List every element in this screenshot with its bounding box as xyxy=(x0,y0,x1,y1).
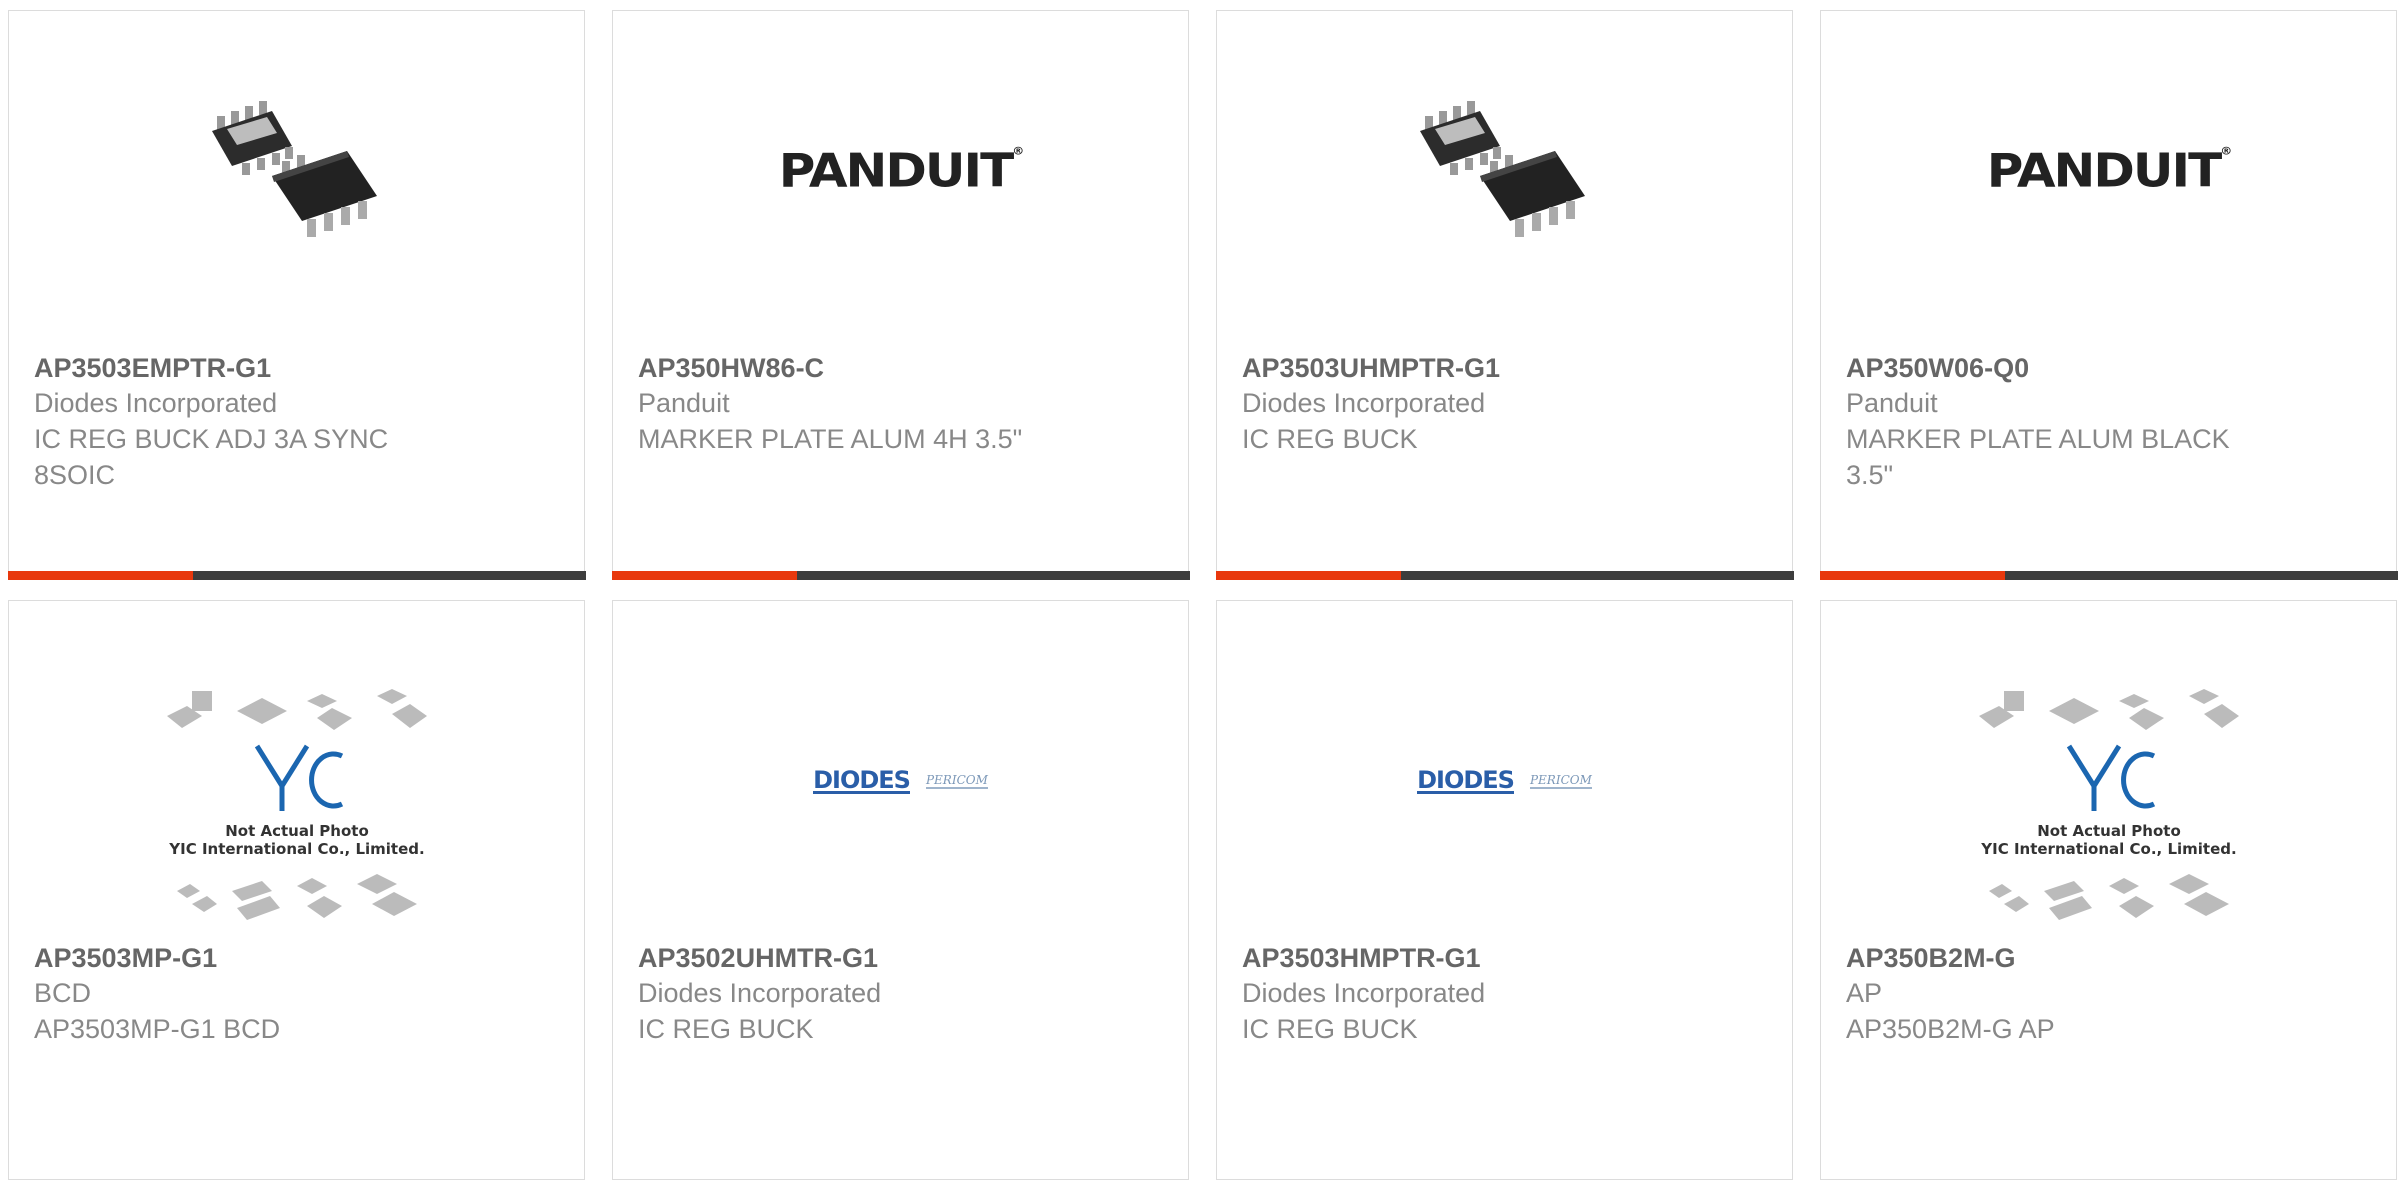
yic-caption-line1: Not Actual Photo xyxy=(225,822,369,840)
manufacturer: AP xyxy=(1846,978,1883,1008)
panduit-logo: PANDUIT® xyxy=(778,144,1024,198)
card-bottom-bar xyxy=(1819,570,2398,580)
yic-placeholder-icon: Not Actual Photo YIC International Co., … xyxy=(166,689,427,920)
description: MARKER PLATE ALUM BLACK 3.5" xyxy=(1846,424,2230,490)
diodes-pericom-logo: DIODES PERICOM xyxy=(813,765,988,794)
panduit-logo: PANDUIT® xyxy=(1986,144,2232,198)
product-card[interactable]: PANDUIT® AP350HW86-C Panduit MARKER PLAT… xyxy=(611,10,1190,580)
manufacturer: Panduit xyxy=(638,388,730,418)
yic-placeholder-icon: Not Actual Photo YIC International Co., … xyxy=(1978,689,2239,920)
soic8-chip-icon xyxy=(1419,101,1585,237)
product-card[interactable]: DIODES PERICOM AP3503HMPTR-G1 Diodes Inc… xyxy=(1216,600,1793,1180)
description: IC REG BUCK xyxy=(1242,424,1418,454)
card-bottom-bar xyxy=(611,570,1190,580)
description: IC REG BUCK xyxy=(1242,1014,1418,1044)
description: IC REG BUCK ADJ 3A SYNC 8SOIC xyxy=(34,424,389,490)
manufacturer: Diodes Incorporated xyxy=(1242,388,1486,418)
product-card[interactable]: Not Actual Photo YIC International Co., … xyxy=(1820,600,2397,1180)
manufacturer: Diodes Incorporated xyxy=(34,388,278,418)
product-image[interactable]: Not Actual Photo YIC International Co., … xyxy=(1821,686,2396,926)
product-card[interactable]: AP3503EMPTR-G1 Diodes Incorporated IC RE… xyxy=(7,10,586,580)
part-number-link[interactable]: AP350HW86-C xyxy=(638,351,1058,385)
manufacturer: Panduit xyxy=(1846,388,1938,418)
product-image[interactable]: PANDUIT® xyxy=(613,71,1188,271)
product-card[interactable]: DIODES PERICOM AP3502UHMTR-G1 Diodes Inc… xyxy=(612,600,1189,1180)
manufacturer: BCD xyxy=(34,978,92,1008)
manufacturer: Diodes Incorporated xyxy=(638,978,882,1008)
description: MARKER PLATE ALUM 4H 3.5" xyxy=(638,424,1023,454)
description: AP350B2M-G AP xyxy=(1846,1014,2055,1044)
card-bottom-bar xyxy=(1215,570,1794,580)
product-image[interactable]: Not Actual Photo YIC International Co., … xyxy=(9,686,584,926)
product-card[interactable]: AP3503UHMPTR-G1 Diodes Incorporated IC R… xyxy=(1215,10,1794,580)
diodes-pericom-logo: DIODES PERICOM xyxy=(1417,765,1592,794)
part-number-link[interactable]: AP3503MP-G1 xyxy=(34,941,454,975)
part-number-link[interactable]: AP3503EMPTR-G1 xyxy=(34,351,454,385)
product-image[interactable] xyxy=(9,71,584,271)
description: AP3503MP-G1 BCD xyxy=(34,1014,281,1044)
part-number-link[interactable]: AP3503HMPTR-G1 xyxy=(1242,941,1662,975)
manufacturer: Diodes Incorporated xyxy=(1242,978,1486,1008)
part-number-link[interactable]: AP350W06-Q0 xyxy=(1846,351,2266,385)
yic-caption-line1: Not Actual Photo xyxy=(2037,822,2181,840)
product-card[interactable]: Not Actual Photo YIC International Co., … xyxy=(8,600,585,1180)
product-image[interactable]: PANDUIT® xyxy=(1821,71,2396,271)
part-number-link[interactable]: AP3502UHMTR-G1 xyxy=(638,941,1058,975)
product-image[interactable]: DIODES PERICOM xyxy=(1217,681,1792,881)
part-number-link[interactable]: AP350B2M-G xyxy=(1846,941,2266,975)
product-image[interactable]: DIODES PERICOM xyxy=(613,681,1188,881)
card-bottom-bar xyxy=(7,570,586,580)
product-card[interactable]: PANDUIT® AP350W06-Q0 Panduit MARKER PLAT… xyxy=(1819,10,2398,580)
product-image[interactable] xyxy=(1217,71,1792,271)
soic8-chip-icon xyxy=(211,101,377,237)
yic-caption-line2: YIC International Co., Limited. xyxy=(168,840,424,858)
part-number-link[interactable]: AP3503UHMPTR-G1 xyxy=(1242,351,1662,385)
description: IC REG BUCK xyxy=(638,1014,814,1044)
yic-caption-line2: YIC International Co., Limited. xyxy=(1980,840,2236,858)
